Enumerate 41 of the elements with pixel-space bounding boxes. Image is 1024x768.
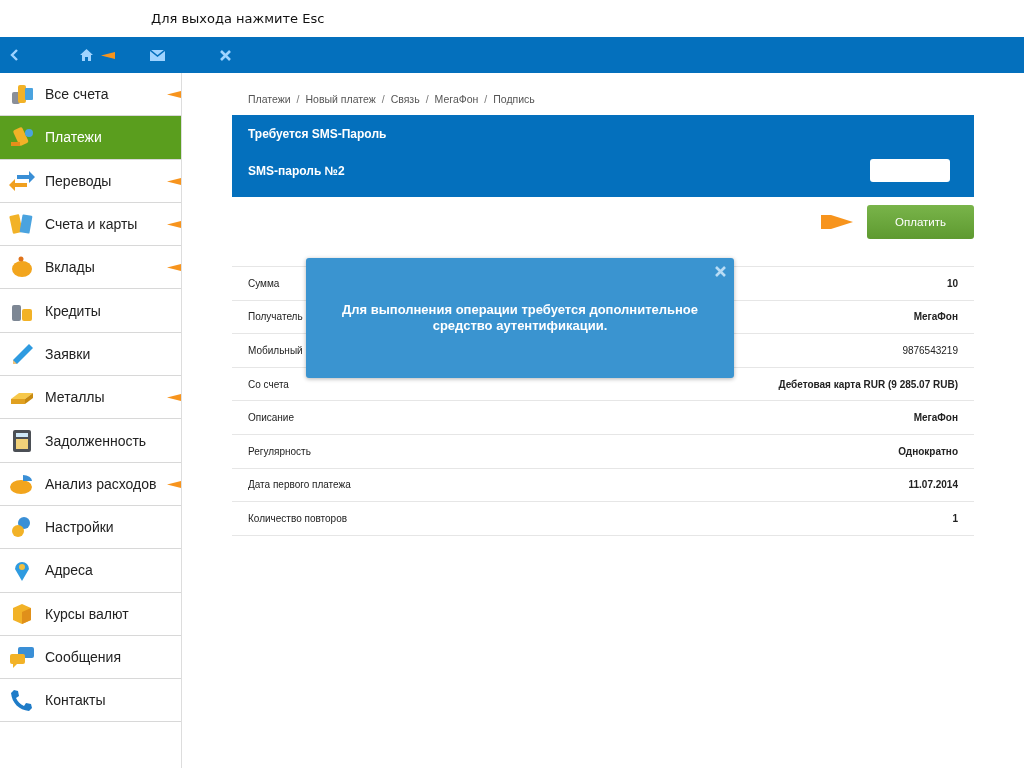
detail-label: Мобильный	[248, 345, 303, 356]
breadcrumb-separator: /	[296, 93, 300, 105]
detail-value: МегаФон	[913, 412, 958, 424]
close-icon	[220, 49, 231, 61]
breadcrumb-link[interactable]: МегаФон	[434, 93, 479, 105]
breadcrumb-separator: /	[484, 93, 488, 105]
home-icon	[80, 49, 93, 61]
detail-label: Регулярность	[248, 445, 311, 457]
detail-value: 11.07.2014	[908, 479, 958, 491]
detail-value: 10	[946, 277, 958, 289]
breadcrumb-link[interactable]: Связь	[390, 93, 420, 105]
piggy-bank-icon	[9, 255, 35, 280]
detail-value: 1	[952, 512, 958, 524]
detail-label: Описание	[248, 412, 294, 424]
detail-value: Дебетовая карта RUR (9 285.07 RUB)	[778, 378, 958, 390]
back-icon	[10, 49, 18, 61]
mail-icon	[150, 49, 165, 61]
breadcrumb-link[interactable]: Новый платеж	[305, 93, 376, 105]
cards-icon	[9, 212, 35, 237]
panel-title: Требуется SMS-Пароль	[248, 127, 388, 143]
money-icon	[9, 82, 35, 107]
field-label: SMS-пароль №2	[248, 163, 345, 178]
transfer-arrows-icon	[9, 168, 35, 193]
detail-value: 9876543219	[902, 345, 958, 356]
breadcrumb-separator: /	[381, 93, 385, 105]
phone-handset-icon	[9, 688, 35, 713]
popup-message: Для выполнения операции требуется дополнительное средство аутентификации.	[340, 302, 699, 334]
detail-label: Дата первого платежа	[248, 479, 351, 491]
detail-value: МегаФон	[913, 311, 958, 323]
sms-password-field[interactable]	[870, 159, 950, 182]
detail-label: Со счета	[248, 378, 289, 390]
close-icon[interactable]	[715, 266, 726, 277]
chat-bubbles-icon	[9, 645, 35, 669]
breadcrumb-link[interactable]: Платежи	[248, 93, 291, 105]
detail-label: Сумма	[248, 277, 280, 289]
exit-hint: Для выхода нажмите Esc	[151, 11, 325, 26]
detail-value: Однократно	[898, 445, 958, 457]
breadcrumb-link[interactable]: Подпись	[493, 93, 535, 105]
detail-label: Количество повторов	[248, 512, 347, 524]
detail-label: Получатель	[248, 311, 303, 323]
breadcrumb-separator: /	[425, 93, 429, 105]
